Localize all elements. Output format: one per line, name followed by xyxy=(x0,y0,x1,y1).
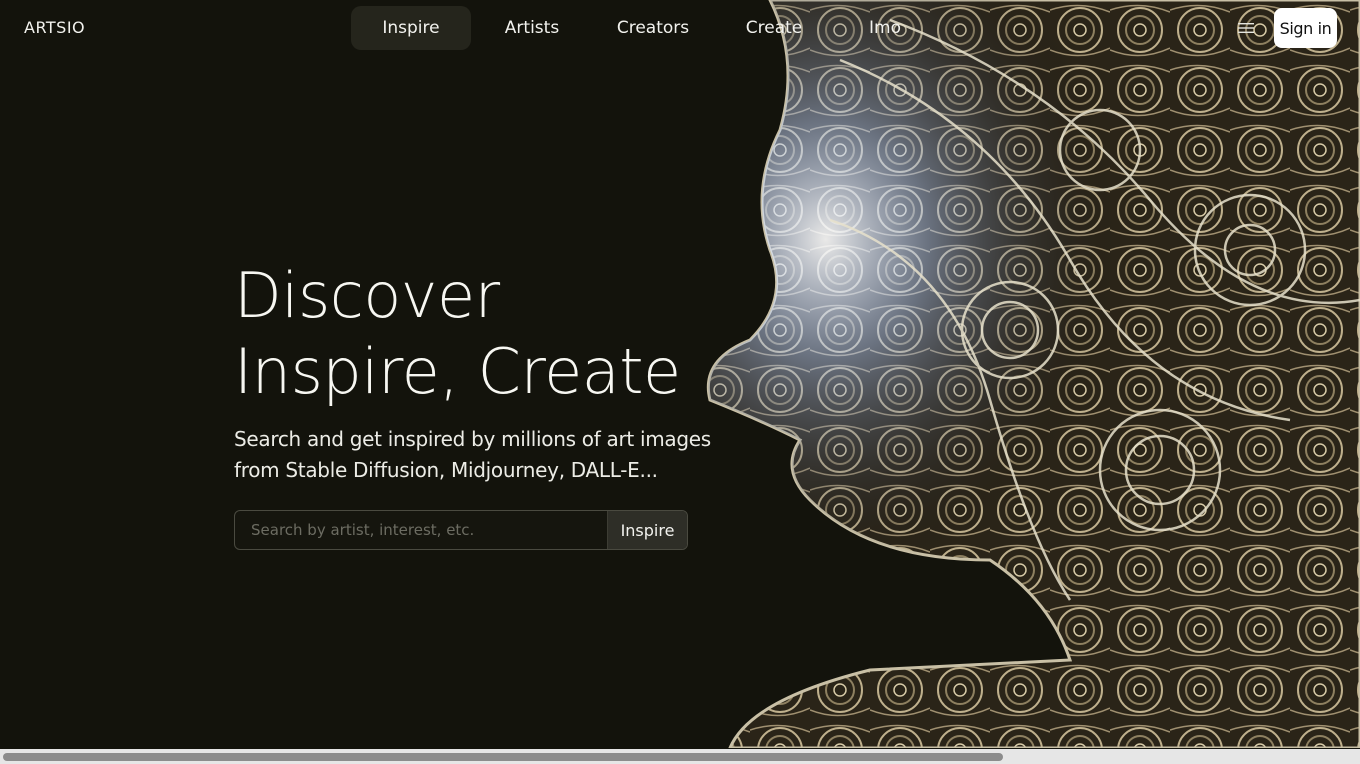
hero-artwork-image xyxy=(690,0,1360,748)
hero-subtitle-line-2: from Stable Diffusion, Midjourney, DALL-… xyxy=(234,458,658,482)
sign-in-button[interactable]: Sign in xyxy=(1274,8,1337,48)
search-inspire-button[interactable]: Inspire xyxy=(607,511,687,549)
nav-item-creators[interactable]: Creators xyxy=(593,6,713,50)
hero-subtitle-line-1: Search and get inspired by millions of a… xyxy=(234,427,711,451)
hero-title: Discover Inspire, Create xyxy=(234,258,704,410)
search-bar: Inspire xyxy=(234,510,688,550)
nav-item-artists[interactable]: Artists xyxy=(471,6,593,50)
nav-item-create[interactable]: Create xyxy=(713,6,835,50)
hero-title-line-2: Inspire, Create xyxy=(234,335,681,408)
top-navigation-bar: ARTSIO Inspire Artists Creators Create I… xyxy=(0,0,1360,56)
horizontal-scrollbar[interactable] xyxy=(0,749,1360,764)
menu-button[interactable] xyxy=(1234,16,1258,40)
hamburger-icon xyxy=(1238,23,1254,33)
site-logo[interactable]: ARTSIO xyxy=(24,18,85,37)
hero-subtitle: Search and get inspired by millions of a… xyxy=(234,424,711,486)
hero-title-line-1: Discover xyxy=(234,259,500,332)
scrollbar-thumb[interactable] xyxy=(3,753,1003,761)
hero-section: Discover Inspire, Create Search and get … xyxy=(234,258,711,486)
search-input[interactable] xyxy=(235,511,607,549)
nav-item-inspire[interactable]: Inspire xyxy=(351,6,471,50)
main-nav: Inspire Artists Creators Create Imo xyxy=(351,6,935,50)
nav-item-imo[interactable]: Imo xyxy=(835,6,935,50)
